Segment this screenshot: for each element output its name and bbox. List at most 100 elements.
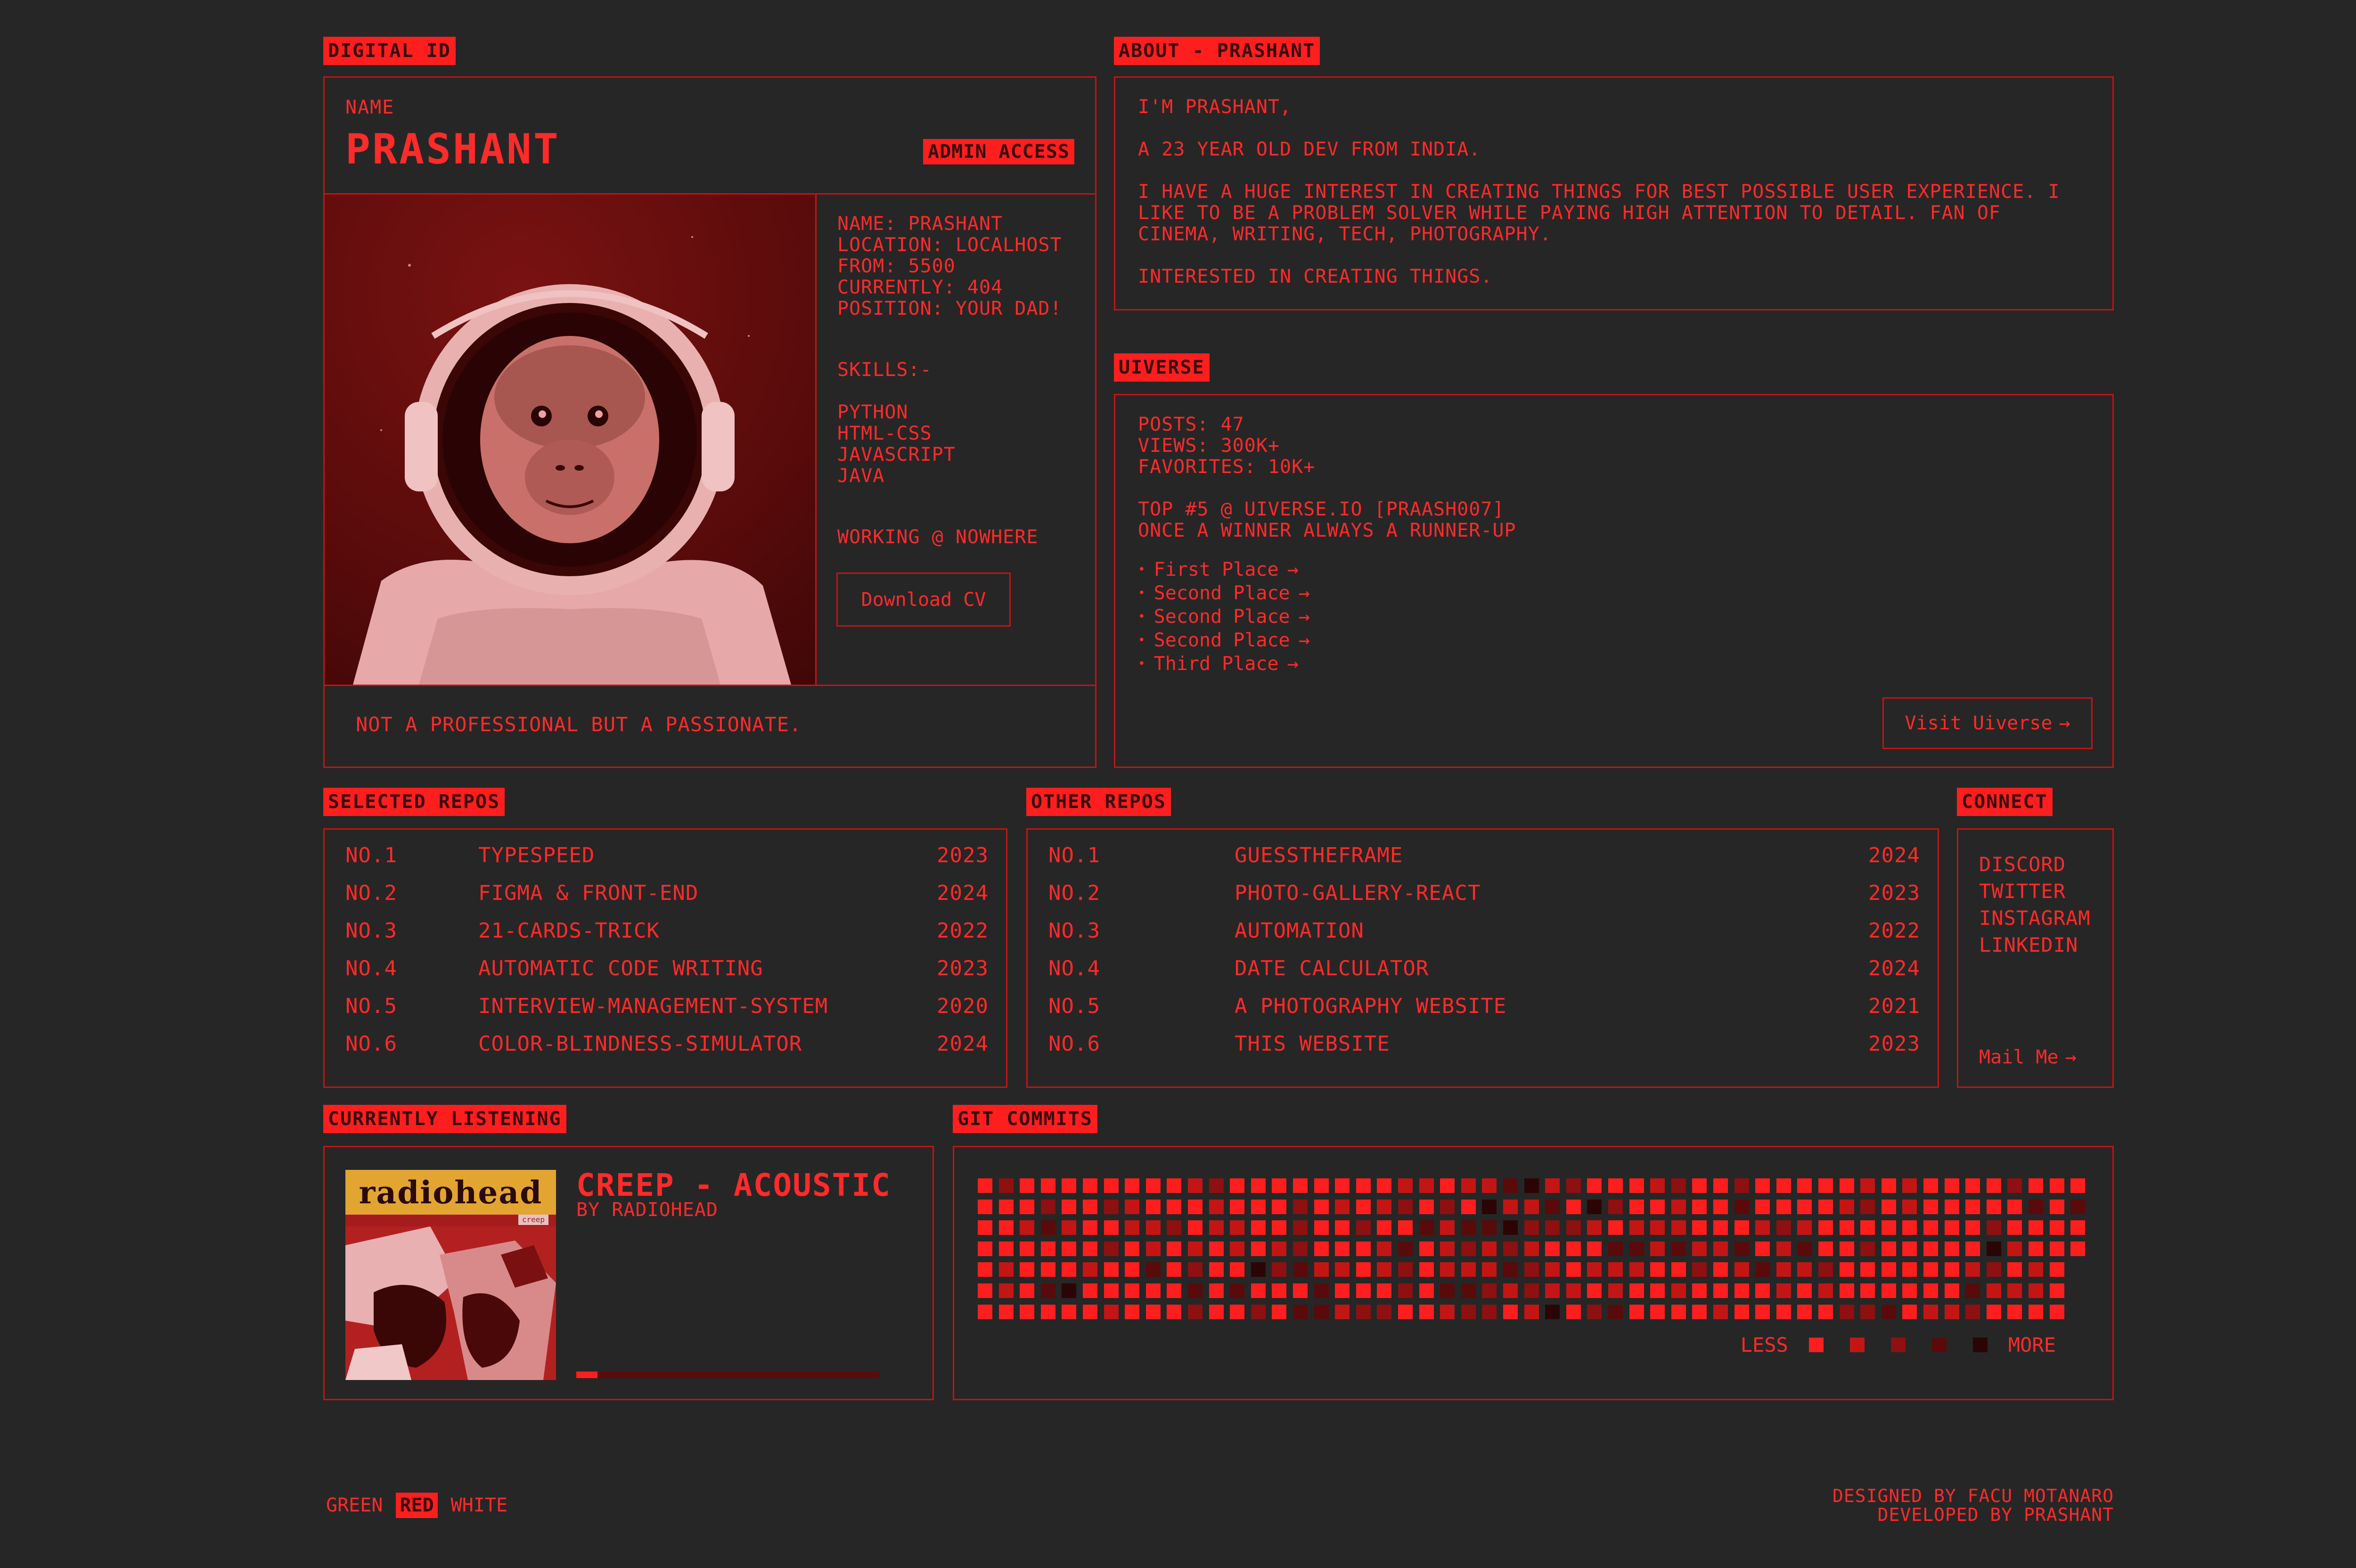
repo-row[interactable]: NO.4 DATE CALCULATOR 2024 [1048, 950, 1920, 988]
commit-cell [1398, 1241, 1413, 1256]
uiverse-favorites: FAVORITES: 10K+ [1138, 456, 1316, 478]
download-cv-button[interactable]: Download CV [836, 572, 1011, 627]
commit-cell [1503, 1262, 1518, 1277]
repo-row[interactable]: NO.1 GUESSTHEFRAME 2024 [1048, 837, 1920, 874]
commit-cell [1356, 1283, 1371, 1298]
commit-cell [1902, 1199, 1917, 1214]
repo-row[interactable]: NO.6 COLOR-BLINDNESS-SIMULATOR 2024 [345, 1025, 989, 1063]
album-cover: radiohead creep [345, 1170, 556, 1380]
commit-cell [1797, 1262, 1812, 1277]
theme-switcher: GREEN RED WHITE [323, 1493, 510, 1518]
commit-cell [998, 1220, 1014, 1235]
commit-cell [1545, 1283, 1560, 1298]
commit-cell [1524, 1262, 1539, 1277]
commit-cell [978, 1178, 992, 1193]
repo-row[interactable]: NO.3 21-CARDS-TRICK 2022 [345, 912, 989, 950]
skill-item: HTML-CSS [837, 423, 932, 444]
repo-row[interactable]: NO.6 THIS WEBSITE 2023 [1048, 1025, 1920, 1063]
track-progress-bar[interactable] [576, 1372, 880, 1378]
connect-discord-link[interactable]: DISCORD [1979, 851, 2091, 878]
commit-cell [1503, 1178, 1518, 1193]
commit-cell [1566, 1199, 1581, 1214]
place-item[interactable]: • Third Place → [1138, 652, 1310, 676]
commit-cell [1314, 1241, 1329, 1256]
commit-cell [2070, 1220, 2086, 1235]
commit-cell [1398, 1304, 1413, 1319]
commit-cell [1545, 1304, 1560, 1319]
track-artist: BY RADIOHEAD [576, 1199, 718, 1221]
repo-row[interactable]: NO.2 PHOTO-GALLERY-REACT 2023 [1048, 874, 1920, 912]
commit-cell [1062, 1178, 1077, 1193]
visit-uiverse-button[interactable]: Visit Uiverse → [1882, 697, 2093, 749]
commit-cell [1734, 1304, 1749, 1319]
theme-red-option[interactable]: RED [396, 1493, 438, 1518]
repo-row[interactable]: NO.2 FIGMA & FRONT-END 2024 [345, 874, 989, 912]
commit-cell [1545, 1262, 1560, 1277]
commit-cell [1482, 1241, 1497, 1256]
commit-cell [1083, 1262, 1097, 1277]
commit-cell [1860, 1241, 1875, 1256]
commit-cell [998, 1199, 1014, 1214]
commit-cell [1902, 1241, 1917, 1256]
commit-cell [1251, 1220, 1266, 1235]
commit-cell [1629, 1283, 1644, 1298]
commit-cell [1040, 1199, 1055, 1214]
commit-cell [1020, 1262, 1035, 1277]
place-item[interactable]: • Second Place → [1138, 581, 1310, 605]
commit-cell [1881, 1178, 1896, 1193]
commit-cell [2007, 1220, 2022, 1235]
commit-cell [1167, 1199, 1182, 1214]
connect-linkedin-link[interactable]: LINKEDIN [1979, 931, 2091, 958]
commit-cell [1272, 1178, 1287, 1193]
skills-label: SKILLS:- [837, 359, 932, 381]
commit-cell [1944, 1220, 1959, 1235]
about-intro: I'M PRASHANT, [1138, 96, 1292, 118]
commit-cell [1944, 1262, 1959, 1277]
theme-green-option[interactable]: GREEN [323, 1493, 385, 1518]
connect-instagram-link[interactable]: INSTAGRAM [1979, 905, 2091, 931]
commit-cell [2049, 1199, 2064, 1214]
commit-cell [1587, 1304, 1602, 1319]
commit-cell [1040, 1178, 1055, 1193]
commit-cell [1398, 1220, 1413, 1235]
commit-cell [1083, 1199, 1097, 1214]
commit-cell [1713, 1241, 1728, 1256]
repo-row[interactable]: NO.4 AUTOMATIC CODE WRITING 2023 [345, 950, 989, 988]
theme-white-option[interactable]: WHITE [448, 1493, 510, 1518]
place-item[interactable]: • Second Place → [1138, 629, 1310, 652]
commit-cell [1923, 1178, 1938, 1193]
commit-cell [2029, 1178, 2043, 1193]
repo-row[interactable]: NO.5 INTERVIEW-MANAGEMENT-SYSTEM 2020 [345, 988, 989, 1025]
commit-cell [2049, 1304, 2064, 1319]
commit-cell [1671, 1241, 1686, 1256]
commit-cell [1145, 1262, 1161, 1277]
commit-cell [1818, 1241, 1833, 1256]
commit-cell [1040, 1262, 1055, 1277]
place-item[interactable]: • Second Place → [1138, 605, 1310, 629]
commit-cell [1986, 1262, 2001, 1277]
commit-cell [1755, 1220, 1770, 1235]
detail-line: FROM: 5500 [837, 255, 956, 277]
commit-cell [978, 1304, 992, 1319]
repo-row[interactable]: NO.3 AUTOMATION 2022 [1048, 912, 1920, 950]
commit-cell [1335, 1283, 1350, 1298]
commit-cell [1377, 1199, 1392, 1214]
credit-developer: DEVELOPED BY PRASHANT [1877, 1504, 2114, 1525]
commit-cell [1839, 1220, 1854, 1235]
commit-cell [1692, 1283, 1707, 1298]
mail-me-link[interactable]: Mail Me → [1979, 1046, 2077, 1068]
commit-cell [1608, 1178, 1623, 1193]
commit-cell [1398, 1199, 1413, 1214]
repo-row[interactable]: NO.1 TYPESPEED 2023 [345, 837, 989, 874]
commit-cell [1545, 1220, 1560, 1235]
commit-cell [1629, 1241, 1644, 1256]
commit-cell [1797, 1178, 1812, 1193]
repo-row[interactable]: NO.5 A PHOTOGRAPHY WEBSITE 2021 [1048, 988, 1920, 1025]
connect-twitter-link[interactable]: TWITTER [1979, 878, 2091, 905]
commit-cell [1608, 1241, 1623, 1256]
commit-cell [1545, 1199, 1560, 1214]
commit-cell [1944, 1199, 1959, 1214]
about-panel: I'M PRASHANT, A 23 YEAR OLD DEV FROM IND… [1114, 76, 2114, 310]
place-item[interactable]: • First Place → [1138, 558, 1310, 581]
name-label: NAME [345, 97, 395, 118]
